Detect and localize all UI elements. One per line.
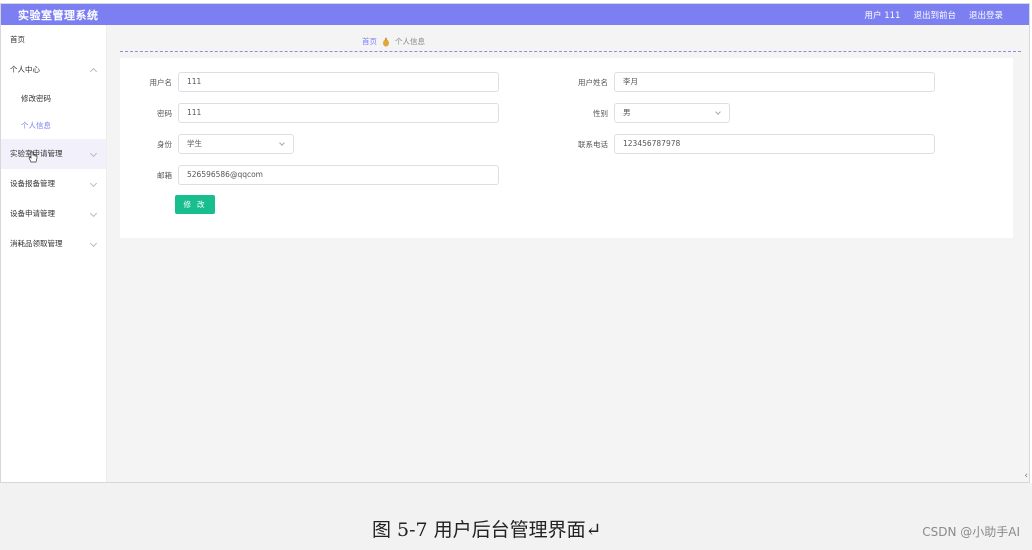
chevron-down-icon xyxy=(715,109,721,115)
username-row: 用户名 111 xyxy=(132,72,499,92)
email-input[interactable]: 526596586@qqcom xyxy=(178,165,499,185)
main-content: 首页 个人信息 用户名 111 用户姓名 李月 密码 111 性别 男 身份 学… xyxy=(108,25,1029,482)
current-user-label: 用户 111 xyxy=(864,11,901,21)
submit-button[interactable]: 修 改 xyxy=(175,195,215,214)
chevron-down-icon xyxy=(89,239,98,248)
gender-row: 性别 男 xyxy=(554,103,730,123)
password-label: 密码 xyxy=(157,108,172,118)
password-input[interactable]: 111 xyxy=(178,103,499,123)
watermark: CSDN @小助手AI xyxy=(922,525,1020,539)
realname-row: 用户姓名 李月 xyxy=(554,72,935,92)
email-label: 邮箱 xyxy=(157,170,172,180)
sidebar-item-label: 设备报备管理 xyxy=(10,179,55,188)
chevron-down-icon xyxy=(89,179,98,188)
gender-select[interactable]: 男 xyxy=(614,103,730,123)
phone-row: 联系电话 123456787978 xyxy=(554,134,935,154)
sidebar-item-device-application[interactable]: 设备申请管理 xyxy=(1,199,106,229)
realname-input[interactable]: 李月 xyxy=(614,72,935,92)
phone-input[interactable]: 123456787978 xyxy=(614,134,935,154)
gender-label: 性别 xyxy=(593,108,608,118)
top-bar: 实验室管理系统 用户 111 退出到前台 退出登录 xyxy=(1,4,1029,25)
dashed-divider xyxy=(120,51,1021,52)
sidebar-item-personal-info[interactable]: 个人信息 xyxy=(1,112,106,139)
phone-label: 联系电话 xyxy=(578,139,608,149)
username-input[interactable]: 111 xyxy=(178,72,499,92)
sidebar-item-label: 首页 xyxy=(10,35,25,44)
sidebar-item-device-report[interactable]: 设备报备管理 xyxy=(1,169,106,199)
resize-handle-icon[interactable]: ‹ xyxy=(1024,471,1028,481)
sidebar-item-label: 个人信息 xyxy=(21,121,51,130)
sidebar-item-label: 个人中心 xyxy=(10,65,40,74)
chevron-down-icon xyxy=(89,209,98,218)
breadcrumb-current: 个人信息 xyxy=(395,37,425,46)
password-row: 密码 111 xyxy=(132,103,499,123)
hand-cursor-icon xyxy=(28,151,38,163)
realname-label: 用户姓名 xyxy=(578,77,608,87)
back-to-front-link[interactable]: 退出到前台 xyxy=(913,9,956,21)
sidebar-item-change-password[interactable]: 修改密码 xyxy=(1,85,106,112)
sidebar-item-personal-center[interactable]: 个人中心 xyxy=(1,55,106,85)
sidebar-item-label: 修改密码 xyxy=(21,94,51,103)
sidebar: 首页 个人中心 修改密码 个人信息 实验室申请管理 设备报备管理 设备申请管理 xyxy=(1,25,107,482)
top-links: 用户 111 退出到前台 退出登录 xyxy=(865,9,1003,21)
sidebar-item-consumables[interactable]: 消耗品领取管理 xyxy=(1,229,106,259)
sidebar-item-label: 设备申请管理 xyxy=(10,209,55,218)
breadcrumb: 首页 个人信息 xyxy=(362,36,425,47)
figure-caption: 图 5-7 用户后台管理界面↵ xyxy=(372,519,602,541)
app-window: 实验室管理系统 用户 111 退出到前台 退出登录 首页 个人中心 修改密码 个… xyxy=(0,3,1030,483)
username-label: 用户名 xyxy=(149,77,173,87)
identity-label: 身份 xyxy=(157,139,172,149)
identity-select-value: 学生 xyxy=(187,139,202,148)
gender-select-value: 男 xyxy=(623,108,631,117)
sidebar-item-lab-application[interactable]: 实验室申请管理 xyxy=(1,139,106,169)
sidebar-item-home[interactable]: 首页 xyxy=(1,25,106,55)
chevron-up-icon xyxy=(89,67,98,76)
profile-form: 用户名 111 用户姓名 李月 密码 111 性别 男 身份 学生 联系电话 1… xyxy=(120,58,1013,238)
identity-row: 身份 学生 xyxy=(132,134,294,154)
breadcrumb-home[interactable]: 首页 xyxy=(362,36,377,47)
chevron-down-icon xyxy=(279,140,285,146)
document-caption-area: 图 5-7 用户后台管理界面↵ CSDN @小助手AI xyxy=(0,483,1032,550)
breadcrumb-separator-icon xyxy=(383,37,389,47)
logout-link[interactable]: 退出登录 xyxy=(969,9,1003,21)
email-row: 邮箱 526596586@qqcom xyxy=(132,165,499,185)
app-title: 实验室管理系统 xyxy=(18,9,99,22)
chevron-down-icon xyxy=(89,149,98,158)
identity-select[interactable]: 学生 xyxy=(178,134,294,154)
sidebar-item-label: 消耗品领取管理 xyxy=(10,239,63,248)
